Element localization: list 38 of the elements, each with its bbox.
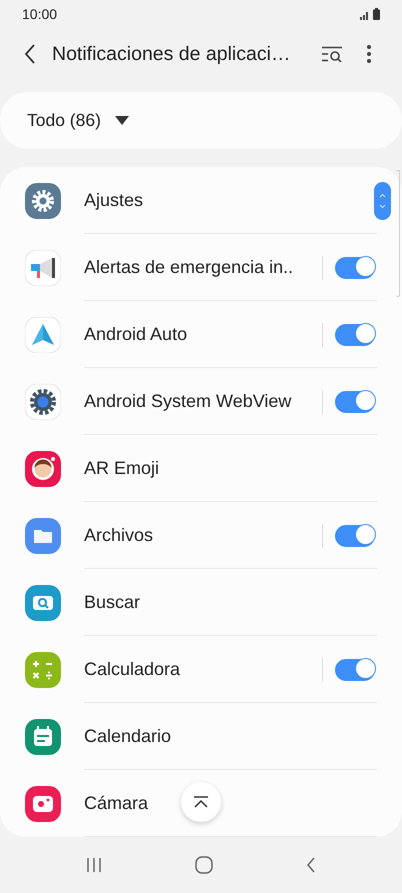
app-name[interactable]: Buscar [84, 592, 402, 613]
toggle-switch[interactable] [335, 324, 375, 346]
app-name[interactable]: Android Auto [84, 324, 322, 345]
search-icon [25, 584, 61, 620]
toggle-switch[interactable] [335, 524, 375, 546]
toggle-switch[interactable] [335, 390, 375, 412]
app-name[interactable]: Calendario [84, 726, 402, 747]
back-icon[interactable] [306, 856, 316, 872]
calculator-icon [25, 652, 61, 688]
home-icon[interactable] [194, 856, 213, 874]
status-time: 10:00 [22, 6, 58, 22]
toggle-switch[interactable] [335, 256, 375, 278]
app-name[interactable]: Alertas de emergencia in.. [84, 257, 322, 278]
camera-icon [25, 786, 61, 822]
megaphone-icon [25, 250, 61, 286]
filter-dropdown[interactable]: Todo (86) [27, 110, 129, 131]
toggle-switch[interactable] [335, 658, 375, 680]
app-name[interactable]: Archivos [84, 525, 322, 546]
search-list-icon[interactable] [321, 46, 343, 62]
app-name[interactable]: Ajustes [84, 190, 402, 211]
avatar-icon [25, 450, 61, 486]
gear-icon [25, 182, 61, 218]
folder-icon [25, 518, 61, 554]
back-icon[interactable] [24, 44, 36, 64]
dropdown-arrow-icon [114, 116, 129, 125]
screen-title: Notificaciones de aplicaci… [52, 42, 292, 66]
app-name[interactable]: Android System WebView [84, 391, 322, 412]
app-name[interactable]: Calculadora [84, 659, 322, 680]
scroll-to-top-icon [193, 796, 209, 808]
recent-apps-icon[interactable] [86, 856, 102, 872]
more-options-icon[interactable] [367, 45, 371, 63]
signal-icon [360, 10, 370, 20]
app-name[interactable]: Cámara [84, 793, 402, 814]
app-name[interactable]: AR Emoji [84, 458, 402, 479]
gear-icon [25, 384, 61, 420]
triangle-logo-icon [25, 316, 61, 352]
calendar-icon [25, 718, 61, 754]
battery-icon [373, 8, 380, 20]
